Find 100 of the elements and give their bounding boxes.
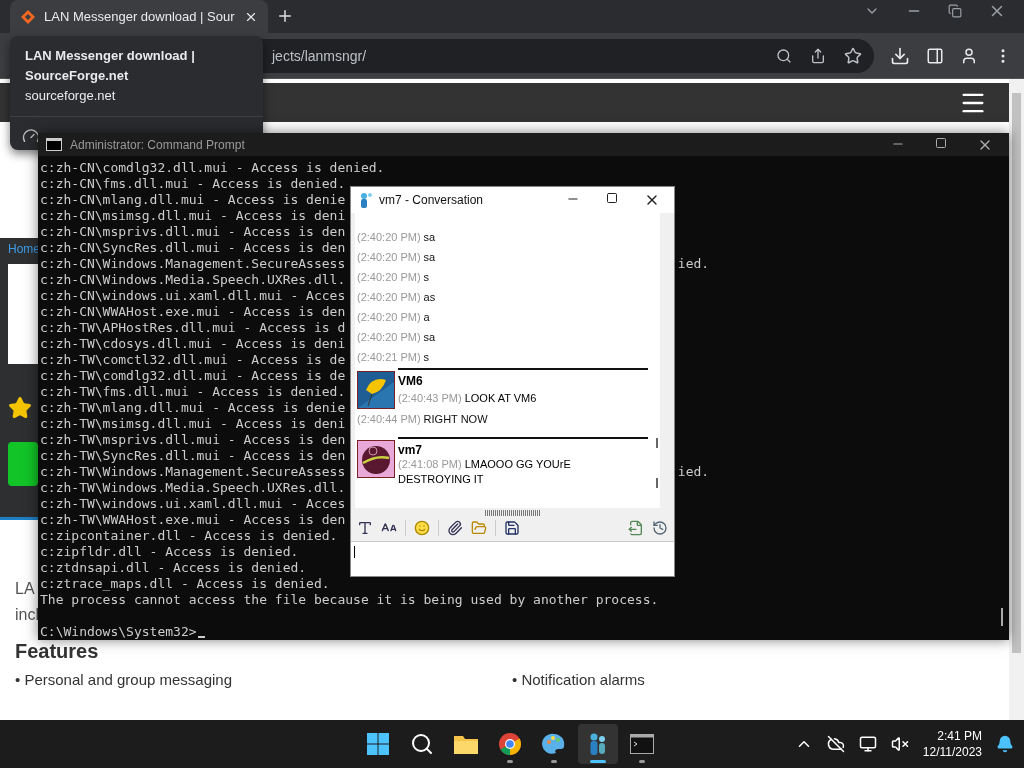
message-text: (2:40:43 PM) LOOK AT VM6 — [398, 390, 538, 406]
console-line: c:zh-TW\mlang.dll.mui - Access is denie — [40, 400, 346, 416]
smiley-icon[interactable] — [414, 520, 430, 537]
message-text: (2:41:08 PM) LMAOOO GG YOUrE DESTROYING IT — [398, 456, 572, 487]
message-time: (2:40:20 PM) — [357, 290, 421, 303]
maximize-icon[interactable] — [606, 191, 618, 204]
console-line: c:zh-TW\Windows.Media.Speech.UXRes.dll. — [40, 480, 346, 496]
network-icon[interactable] — [858, 735, 877, 753]
console-line: c:zh-CN\msimsg.dll.mui - Access is deni — [40, 208, 346, 224]
command-prompt: C:\Windows\System32> — [40, 624, 197, 639]
console-line: c:zh-CN\fms.dll.mui - Access is denied. — [40, 176, 346, 192]
message-time: (2:40:20 PM) — [357, 310, 421, 323]
messenger-icon — [359, 191, 373, 208]
star-icon[interactable] — [844, 46, 862, 65]
paperclip-icon[interactable] — [447, 520, 463, 537]
scrollbar-thumb — [656, 437, 658, 488]
message-text: as — [423, 290, 436, 303]
console-line: c:zipfldr.dll - Access is denied. — [40, 544, 299, 560]
new-tab-icon[interactable] — [276, 7, 294, 25]
console-line: c:zh-TW\comctl32.dll.mui - Access is de — [40, 352, 346, 368]
save-icon[interactable] — [504, 520, 520, 537]
message-text: sa — [423, 330, 436, 343]
console-line: c:zh-CN\WWAHost.exe.mui - Access is den — [40, 304, 346, 320]
feature-item: • Personal and group messaging — [15, 671, 234, 688]
console-text: ied. — [677, 256, 710, 272]
message-time: (2:40:20 PM) — [357, 250, 421, 263]
message-time: (2:40:20 PM) — [357, 330, 421, 343]
description-text: incl — [15, 606, 39, 624]
message-text: a — [423, 310, 430, 323]
window-title: vm7 - Conversation — [379, 192, 484, 207]
message-text: s — [423, 270, 430, 283]
text-cursor — [197, 636, 205, 638]
console-line: c:zh-TW\WWAHost.exe.mui - Access is den — [40, 512, 346, 528]
tooltip-domain: sourceforge.net — [25, 87, 117, 105]
cloud-off-icon[interactable] — [826, 735, 845, 753]
console-line: The process cannot access the file because it is being used by another process. — [40, 592, 659, 608]
console-line: c:zh-CN\msprivs.dll.mui - Access is den — [40, 224, 346, 240]
console-text: ied. — [677, 464, 710, 480]
splitter-handle[interactable] — [484, 509, 541, 516]
console-line: c:zipcontainer.dll - Access is denied. — [40, 528, 338, 544]
message-text: sa — [423, 230, 436, 243]
console-line: c:zh-TW\SyncRes.dll.mui - Access is den — [40, 448, 346, 464]
file-export-icon[interactable] — [628, 520, 644, 537]
console-line: c:zh-CN\comdlg32.dll.mui - Access is denied. — [40, 160, 385, 176]
avatar-icon — [357, 439, 395, 478]
scrollbar-thumb — [1001, 608, 1003, 626]
console-line: c:zh-TW\msimsg.dll.mui - Access is deni — [40, 416, 346, 432]
download-icon[interactable] — [890, 45, 910, 66]
profile-icon[interactable] — [960, 46, 978, 65]
console-line: c:zh-TW\fms.dll.mui - Access is denied. — [40, 384, 346, 400]
maximize-icon[interactable] — [935, 136, 947, 149]
font-icon[interactable] — [357, 520, 373, 537]
console-line: c:ztdnsapi.dll - Access is denied. — [40, 560, 307, 576]
message-input[interactable] — [351, 541, 674, 576]
section-heading: Features — [15, 640, 100, 663]
folder-icon[interactable] — [453, 733, 479, 755]
sender-name: vm7 — [398, 441, 424, 457]
console-line: c:zh-TW\windows.ui.xaml.dll.mui - Acces — [40, 496, 346, 512]
message-time: (2:40:20 PM) — [357, 270, 421, 283]
palette-icon[interactable] — [542, 732, 566, 756]
clock[interactable]: 2:41 PM 12/11/2023 — [922, 728, 982, 760]
message-text: s — [423, 350, 430, 363]
console-line: c:zh-CN\windows.ui.xaml.dll.mui - Acces — [40, 288, 346, 304]
sender-name: VM6 — [398, 372, 424, 390]
side-panel-icon[interactable] — [926, 46, 944, 65]
description-text: LA — [15, 580, 35, 598]
console-line: c:zh-TW\Windows.Management.SecureAssess — [40, 464, 346, 480]
share-icon[interactable] — [810, 47, 826, 64]
volume-muted-icon[interactable] — [890, 735, 909, 753]
avatar-icon — [357, 370, 395, 409]
restore-icon[interactable] — [948, 3, 962, 18]
windows-logo-icon[interactable] — [366, 732, 390, 756]
console-line: c:zh-CN\mlang.dll.mui - Access is denie — [40, 192, 346, 208]
console-line: c:zh-TW\comdlg32.dll.mui - Access is de — [40, 368, 346, 384]
message-text: sa — [423, 250, 436, 263]
console-line: c:ztrace_maps.dll - Access is denied. — [40, 576, 330, 592]
terminal-icon — [46, 138, 62, 151]
console-line: c:zh-CN\Windows.Management.SecureAssess — [40, 256, 346, 272]
console-line: c:zh-TW\msprivs.dll.mui - Access is den — [40, 432, 346, 448]
breadcrumb-link[interactable]: Home — [8, 242, 40, 256]
feature-item: • Notification alarms — [512, 671, 646, 688]
console-line: c:zh-CN\SyncRes.dll.mui - Access is den — [40, 240, 346, 256]
console-line: c:zh-TW\cdosys.dll.mui - Access is deni — [40, 336, 346, 352]
console-line: c:zh-TW\APHostRes.dll.mui - Access is d — [40, 320, 346, 336]
browser-tab[interactable]: LAN Messenger download | Sour — [10, 0, 268, 33]
message-text: RIGHT NOW — [423, 412, 488, 425]
search-icon[interactable] — [410, 732, 434, 756]
star-icon — [8, 396, 32, 420]
terminal-icon[interactable] — [630, 734, 654, 754]
chrome-icon[interactable] — [498, 732, 522, 756]
message-time: (2:40:21 PM) — [357, 350, 421, 363]
diamond-logo-icon — [20, 8, 36, 25]
notification-icon[interactable] — [996, 735, 1014, 753]
history-icon[interactable] — [652, 520, 668, 537]
gauge-icon — [22, 127, 40, 145]
console-line: c:zh-CN\Windows.Media.Speech.UXRes.dll. — [40, 272, 346, 288]
window-title: Administrator: Command Prompt — [70, 137, 245, 152]
message-time: (2:40:44 PM) — [357, 412, 421, 425]
message-time: (2:40:20 PM) — [357, 230, 421, 243]
search-icon[interactable] — [776, 47, 792, 64]
